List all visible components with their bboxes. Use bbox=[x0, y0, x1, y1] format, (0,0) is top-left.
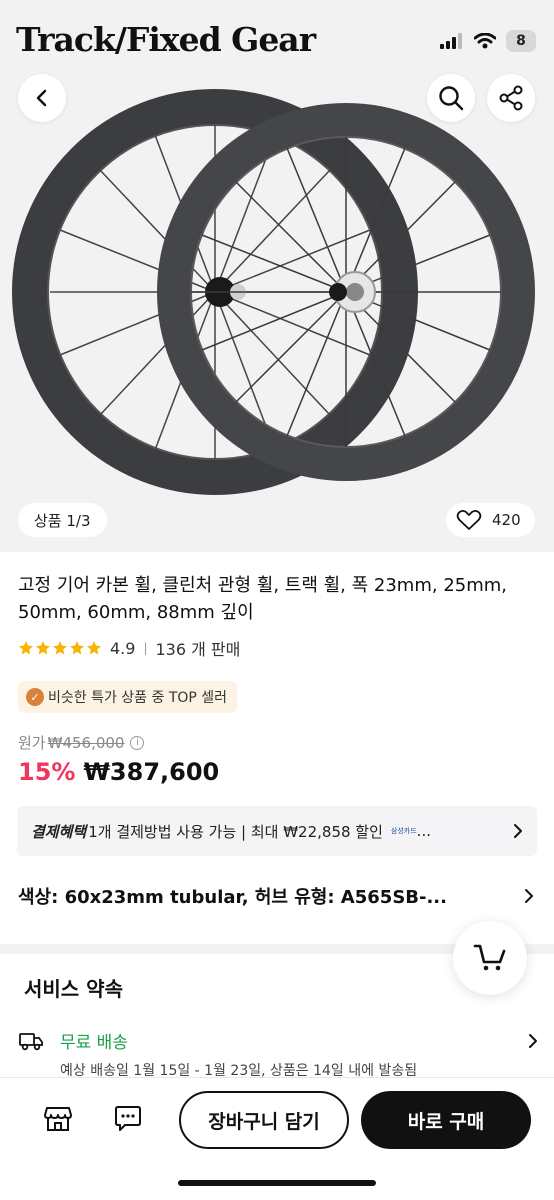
medal-icon: ✓ bbox=[26, 688, 44, 706]
benefit-text: 1개 결제방법 사용 가능 | 최대 ₩22,858 할인 bbox=[88, 822, 383, 841]
cart-icon bbox=[473, 944, 506, 971]
benefit-ellipsis: ... bbox=[416, 822, 431, 840]
rating-row: 4.9 | 136 개 판매 bbox=[18, 636, 240, 660]
search-button[interactable] bbox=[427, 74, 475, 122]
cart-floating-button[interactable] bbox=[453, 921, 527, 995]
chat-button[interactable] bbox=[112, 1103, 144, 1135]
product-image bbox=[12, 89, 535, 495]
buy-now-button[interactable]: 바로 구매 bbox=[361, 1091, 531, 1149]
discount-rate: 15% bbox=[18, 758, 76, 786]
product-image-carousel[interactable]: Track/Fixed Gear 8 상품 1/3 420 bbox=[0, 0, 554, 552]
price-row: 15% ₩387,600 bbox=[18, 758, 219, 786]
heart-icon bbox=[456, 509, 482, 530]
product-page: Track/Fixed Gear 8 상품 1/3 420 고정 기어 카본 휠… bbox=[0, 0, 554, 1200]
chat-icon bbox=[115, 1106, 141, 1131]
original-price: ₩456,000 bbox=[47, 733, 125, 752]
rating-stars bbox=[18, 640, 102, 656]
sales-count: 136 개 판매 bbox=[155, 640, 241, 659]
info-icon[interactable]: i bbox=[130, 735, 145, 750]
top-seller-badge: ✓ 비슷한 특가 상품 중 TOP 셀러 bbox=[18, 681, 238, 713]
star-icon bbox=[36, 641, 50, 655]
rating-value: 4.9 bbox=[110, 638, 136, 658]
product-title: 고정 기어 카본 휠, 클린처 관형 휠, 트랙 휠, 폭 23mm, 25mm… bbox=[18, 575, 508, 623]
original-price-row: 원가 ₩456,000 i bbox=[18, 732, 145, 753]
payment-benefit-banner[interactable]: 결제혜택 1개 결제방법 사용 가능 | 최대 ₩22,858 할인 삼성카드 … bbox=[17, 806, 537, 856]
separator: | bbox=[143, 641, 148, 655]
star-icon bbox=[53, 641, 67, 655]
battery-indicator: 8 bbox=[506, 30, 536, 52]
option-text: 색상: 60x23mm tubular, 허브 유형: A565SB-... bbox=[18, 887, 447, 908]
truck-icon bbox=[19, 1032, 43, 1050]
add-to-cart-button[interactable]: 장바구니 담기 bbox=[179, 1091, 349, 1149]
chevron-left-icon bbox=[36, 89, 47, 107]
service-section-title: 서비스 약속 bbox=[24, 977, 123, 1001]
star-icon bbox=[19, 641, 33, 655]
star-icon bbox=[87, 641, 101, 655]
chevron-right-icon bbox=[525, 889, 533, 903]
top-seller-text: 비슷한 특가 상품 중 TOP 셀러 bbox=[48, 690, 228, 706]
status-bar: Track/Fixed Gear 8 bbox=[0, 0, 554, 70]
sale-price: ₩387,600 bbox=[83, 758, 220, 786]
free-shipping-row[interactable]: 무료 배송 bbox=[18, 1028, 538, 1053]
image-counter: 상품 1/3 bbox=[18, 503, 107, 537]
share-button[interactable] bbox=[487, 74, 535, 122]
option-selector[interactable]: 색상: 60x23mm tubular, 허브 유형: A565SB-... bbox=[18, 883, 534, 909]
home-indicator bbox=[178, 1180, 376, 1186]
back-button[interactable] bbox=[18, 74, 66, 122]
like-count: 420 bbox=[492, 511, 521, 529]
brand-overlay-text: Track/Fixed Gear bbox=[16, 20, 316, 59]
store-button[interactable] bbox=[42, 1103, 74, 1135]
free-shipping-label: 무료 배송 bbox=[60, 1033, 128, 1053]
store-icon bbox=[44, 1107, 72, 1131]
share-icon bbox=[499, 85, 523, 111]
benefit-title: 결제혜택 bbox=[31, 822, 87, 841]
chevron-right-icon bbox=[529, 1033, 537, 1048]
signal-icon bbox=[440, 33, 462, 49]
wifi-icon bbox=[474, 33, 496, 49]
search-icon bbox=[439, 86, 464, 111]
like-button[interactable]: 420 bbox=[446, 503, 535, 537]
chevron-right-icon bbox=[514, 824, 522, 838]
card-logo: 삼성카드 bbox=[390, 827, 417, 835]
star-icon bbox=[70, 641, 84, 655]
original-price-label: 원가 bbox=[18, 734, 46, 752]
